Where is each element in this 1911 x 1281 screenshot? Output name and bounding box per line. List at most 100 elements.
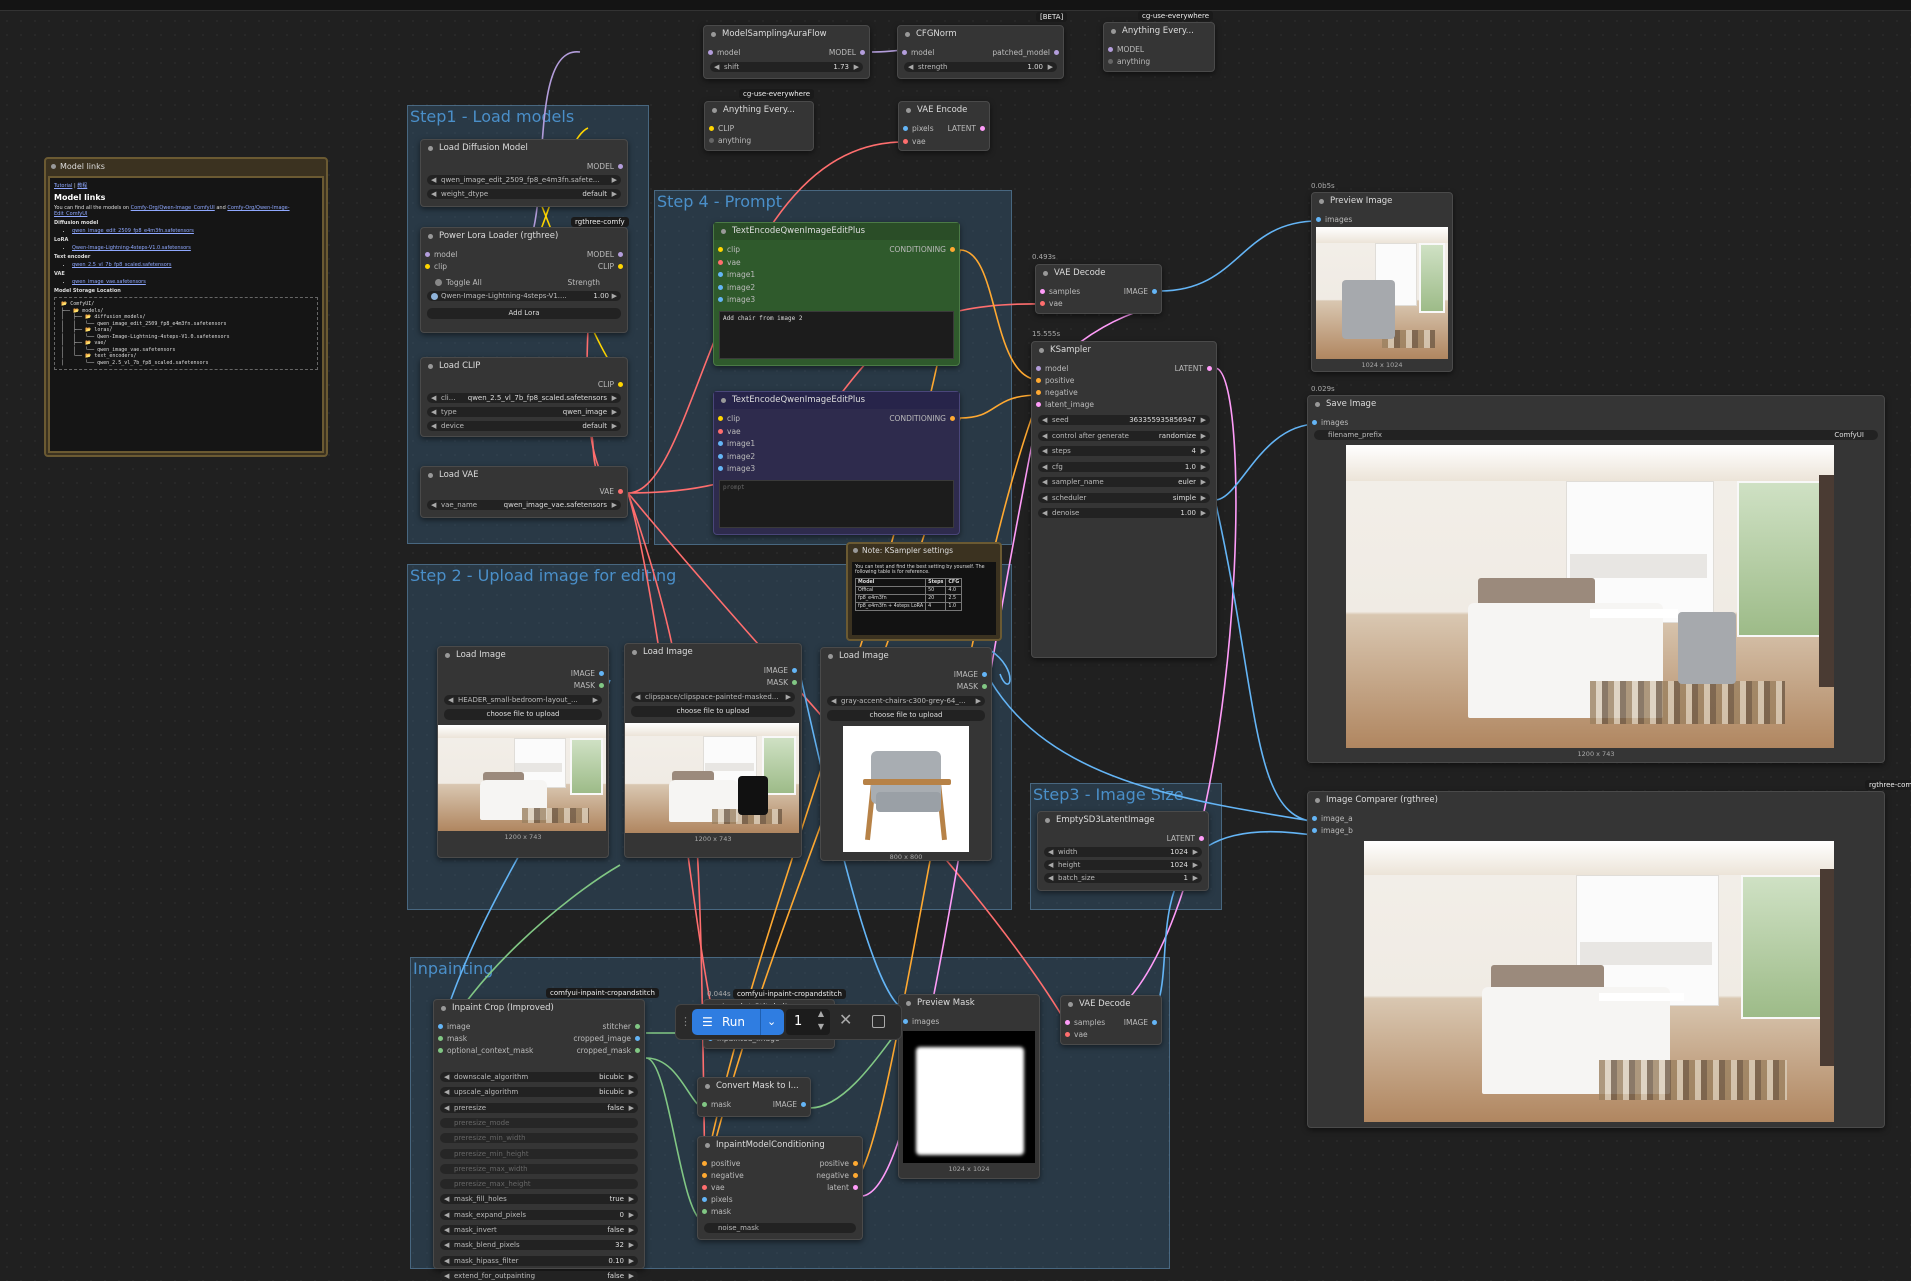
run-button[interactable]: ☰ Run ⌄ xyxy=(692,1009,784,1035)
output-slot[interactable]: cropped_mask xyxy=(577,1046,640,1055)
model-link[interactable]: qwen_2.5_vl_7b_fp8_scaled.safetensors xyxy=(72,262,171,268)
node-load-image[interactable]: Load Image IMAGE MASK ◀ gray-accent-chair… xyxy=(820,647,992,861)
input-slot[interactable]: vae xyxy=(718,427,741,436)
input-slot[interactable]: image1 xyxy=(718,439,755,448)
input-slot[interactable]: vae xyxy=(903,137,926,146)
prompt-textarea[interactable]: Add chair from image 2 xyxy=(719,311,954,359)
node-vae-decode[interactable]: VAE Decode samples vae IMAGE xyxy=(1060,995,1162,1045)
node-anything-everywhere[interactable]: Anything Every... MODEL anything xyxy=(1103,22,1215,72)
widget[interactable]: ◀ width 1024 ▶ xyxy=(1044,847,1202,857)
clear-queue-icon[interactable]: ✕ xyxy=(839,1010,852,1029)
output-slot[interactable]: CLIP xyxy=(598,262,623,271)
upload-button[interactable]: choose file to upload xyxy=(827,710,985,721)
vae-name-select[interactable]: ◀ vae_name qwen_image_vae.safetensors ▶ xyxy=(427,500,621,510)
node-text-encode-positive[interactable]: TextEncodeQwenImageEditPlus CONDITIONING… xyxy=(713,222,960,366)
input-slot[interactable]: positive xyxy=(702,1159,740,1168)
output-slot[interactable]: MODEL xyxy=(829,48,865,57)
widget[interactable]: ◀ control after generate randomize ▶ xyxy=(1038,430,1210,441)
repo-link[interactable]: Comfy-Org/Qwen-Image_ComfyUI xyxy=(131,205,215,211)
node-model-sampling-auraflow[interactable]: ModelSamplingAuraFlow model MODEL ◀ shift… xyxy=(703,25,870,79)
widget[interactable]: ◀ seed 363355935856947 ▶ xyxy=(1038,415,1210,425)
device-select[interactable]: ◀ device default ▶ xyxy=(427,421,621,431)
input-slot[interactable]: anything xyxy=(709,136,751,145)
node-image-comparer[interactable]: Image Comparer (rgthree) image_a image_b xyxy=(1307,791,1885,1128)
widget[interactable]: ◀ steps 4 ▶ xyxy=(1038,446,1210,456)
output-slot[interactable]: CONDITIONING xyxy=(889,414,955,423)
widget[interactable]: ◀ preresize false ▶ xyxy=(440,1102,638,1113)
node-ksampler[interactable]: KSampler LATENT model positive negative lat… xyxy=(1031,341,1217,658)
output-slot[interactable]: MODEL xyxy=(587,162,623,171)
lora-toggle-icon[interactable] xyxy=(431,292,438,300)
output-slot[interactable]: IMAGE xyxy=(954,670,987,679)
filename-prefix-input[interactable]: filename_prefix ComfyUI xyxy=(1314,430,1878,440)
input-slot[interactable]: MODEL xyxy=(1108,45,1144,54)
input-slot[interactable]: vae xyxy=(718,258,741,267)
input-slot[interactable]: pixels xyxy=(903,124,934,133)
node-text-encode-negative[interactable]: TextEncodeQwenImageEditPlus CONDITIONING… xyxy=(713,391,960,535)
unet-name-select[interactable]: ◀ qwen_image_edit_2509_fp8_e4m3fn.safete.… xyxy=(427,175,621,185)
output-slot[interactable]: LATENT xyxy=(1167,834,1204,843)
input-slot[interactable]: vae xyxy=(1065,1030,1088,1039)
output-slot[interactable]: IMAGE xyxy=(571,669,604,678)
weight-dtype-select[interactable]: ◀ weight_dtype default ▶ xyxy=(427,189,621,199)
output-slot[interactable]: stitcher xyxy=(603,1022,640,1031)
output-slot[interactable]: IMAGE xyxy=(1124,1018,1157,1027)
output-slot[interactable]: LATENT xyxy=(948,124,985,133)
upload-button[interactable]: choose file to upload xyxy=(444,709,602,720)
image-file-select[interactable]: ◀ clipspace/clipspace-painted-masked... ▶ xyxy=(631,692,795,702)
toggle-all[interactable]: Toggle All xyxy=(435,278,482,287)
input-slot[interactable]: anything xyxy=(1108,57,1150,66)
input-slot[interactable]: negative xyxy=(702,1171,744,1180)
node-empty-sd3-latent[interactable]: EmptySD3LatentImage LATENT ◀ width 1024 ▶ ◀ h… xyxy=(1037,811,1209,891)
input-slot[interactable]: negative xyxy=(1036,388,1078,397)
input-slot[interactable]: samples xyxy=(1065,1018,1105,1027)
model-link[interactable]: qwen_image_edit_2509_fp8_e4m3fn.safetens… xyxy=(72,228,194,234)
node-load-diffusion-model[interactable]: Load Diffusion Model MODEL ◀ qwen_image_e… xyxy=(420,139,628,207)
node-power-lora-loader[interactable]: Power Lora Loader (rgthree) model clip M… xyxy=(420,227,628,333)
widget[interactable]: ◀ mask_expand_pixels 0 ▶ xyxy=(440,1209,638,1220)
widget[interactable]: ◀ denoise 1.00 ▶ xyxy=(1038,508,1210,518)
input-slot[interactable]: model xyxy=(425,250,457,259)
input-slot[interactable]: clip xyxy=(425,262,447,271)
widget[interactable]: ◀ mask_hipass_filter 0.10 ▶ xyxy=(440,1255,638,1266)
lora-row[interactable]: Qwen-Image-Lightning-4steps-V1.... 1.00 ▶ xyxy=(427,291,621,301)
node-inpaint-crop[interactable]: Inpaint Crop (Improved) image mask optiona… xyxy=(433,999,645,1281)
node-preview-mask[interactable]: Preview Mask images 1024 x 1024 xyxy=(898,994,1040,1179)
input-slot[interactable]: image2 xyxy=(718,283,755,292)
output-slot[interactable]: MASK xyxy=(957,682,987,691)
node-vae-decode[interactable]: VAE Decode samples vae IMAGE xyxy=(1035,264,1162,314)
input-slot[interactable]: pixels xyxy=(702,1195,733,1204)
input-slot[interactable]: CLIP xyxy=(709,124,734,133)
comparer-image[interactable] xyxy=(1364,841,1834,1122)
noise-mask-toggle[interactable]: noise_mask xyxy=(704,1223,856,1233)
output-slot[interactable]: negative xyxy=(816,1171,858,1180)
input-slot[interactable]: vae xyxy=(1040,299,1063,308)
input-slot[interactable]: image3 xyxy=(718,295,755,304)
widget[interactable]: ◀ extend_for_outpainting false ▶ xyxy=(440,1270,638,1281)
node-cfgnorm[interactable]: CFGNorm model patched_model ◀ strength 1.0… xyxy=(897,25,1064,79)
output-slot[interactable]: IMAGE xyxy=(773,1100,806,1109)
widget[interactable]: ◀ height 1024 ▶ xyxy=(1044,860,1202,870)
input-slot[interactable]: samples xyxy=(1040,287,1080,296)
stop-icon[interactable] xyxy=(872,1015,885,1028)
widget[interactable]: ◀ mask_blend_pixels 32 ▶ xyxy=(440,1240,638,1251)
widget[interactable]: ◀ mask_fill_holes true ▶ xyxy=(440,1194,638,1205)
input-slot[interactable]: model xyxy=(902,48,934,57)
model-link[interactable]: Qwen-Image-Lightning-4steps-V1.0.safeten… xyxy=(72,245,191,251)
chevron-down-icon[interactable]: ⌄ xyxy=(760,1009,776,1035)
widget[interactable]: ◀ upscale_algorithm bicubic ▶ xyxy=(440,1087,638,1098)
node-convert-mask[interactable]: Convert Mask to I... mask IMAGE xyxy=(697,1077,811,1117)
output-slot[interactable]: MASK xyxy=(767,678,797,687)
output-slot[interactable]: CONDITIONING xyxy=(889,245,955,254)
tutorial-link[interactable]: Tutorial xyxy=(54,183,72,189)
input-slot[interactable]: mask xyxy=(438,1034,467,1043)
model-link[interactable]: qwen_image_vae.safetensors xyxy=(72,279,146,285)
output-slot[interactable]: patched_model xyxy=(992,48,1059,57)
input-slot[interactable]: images xyxy=(1316,215,1352,224)
input-slot[interactable]: clip xyxy=(718,414,740,423)
model-links-note[interactable]: Model links Tutorial | 教程 Model links Yo… xyxy=(44,157,328,457)
node-load-clip[interactable]: Load CLIP CLIP ◀ cli... qwen_2.5_vl_7b_fp8… xyxy=(420,357,628,437)
input-slot[interactable]: mask xyxy=(702,1207,731,1216)
widget[interactable]: ◀ sampler_name euler ▶ xyxy=(1038,477,1210,487)
image-file-select[interactable]: ◀ HEADER_small-bedroom-layout_... ▶ xyxy=(444,695,602,705)
